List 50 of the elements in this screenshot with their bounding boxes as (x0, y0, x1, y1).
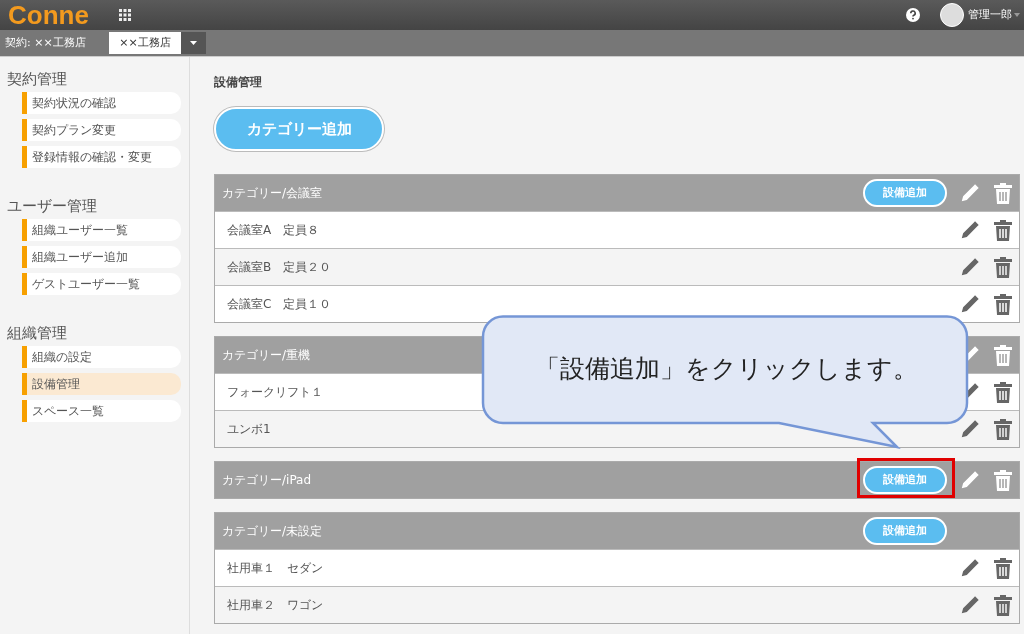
pencil-icon[interactable] (959, 293, 981, 315)
category-name: カテゴリー/iPad (222, 472, 312, 489)
sidebar-item[interactable]: 組織の設定 (22, 346, 181, 368)
equipment-name: ユンボ1 (227, 421, 271, 438)
sidebar-item[interactable]: 登録情報の確認・変更 (22, 146, 181, 168)
sidebar-item[interactable]: 組織ユーザー追加 (22, 246, 181, 268)
sidebar-heading: ユーザー管理 (7, 196, 98, 216)
trash-icon[interactable] (993, 594, 1013, 616)
sidebar-item[interactable]: ゲストユーザー一覧 (22, 273, 181, 295)
pencil-icon[interactable] (959, 182, 981, 204)
apps-grid-icon[interactable] (118, 9, 131, 21)
caret-icon[interactable] (1014, 13, 1020, 17)
contract-label: 契約: ××工務店 (5, 34, 87, 51)
sidebar-heading: 契約管理 (7, 69, 68, 89)
category-name: カテゴリー/重機 (222, 347, 311, 364)
sidebar-item[interactable]: 契約状況の確認 (22, 92, 181, 114)
trash-icon[interactable] (993, 418, 1013, 440)
trash-icon[interactable] (993, 469, 1013, 491)
category-name: カテゴリー/会議室 (222, 185, 323, 202)
sidebar-item[interactable]: スペース一覧 (22, 400, 181, 422)
caret-icon (190, 41, 197, 45)
page-title: 設備管理 (214, 74, 263, 91)
trash-icon[interactable] (993, 182, 1013, 204)
sidebar-item[interactable]: 契約プラン変更 (22, 119, 181, 141)
equipment-name: 社用車２ ワゴン (227, 597, 323, 614)
sidebar-heading: 組織管理 (7, 323, 68, 343)
sidebar-item[interactable]: 設備管理 (22, 373, 181, 395)
trash-icon[interactable] (993, 293, 1013, 315)
equipment-name: 会議室A 定員８ (227, 222, 320, 239)
trash-icon[interactable] (993, 381, 1013, 403)
trash-icon[interactable] (993, 256, 1013, 278)
category-name: カテゴリー/未設定 (222, 523, 323, 540)
trash-icon[interactable] (993, 219, 1013, 241)
pencil-icon[interactable] (959, 418, 981, 440)
equipment-name: フォークリフト１ (227, 384, 323, 401)
equipment-name: 会議室B 定員２０ (227, 259, 332, 276)
help-icon[interactable] (906, 8, 920, 22)
user-name[interactable]: 管理一郎 (968, 6, 1012, 24)
trash-icon[interactable] (993, 557, 1013, 579)
pencil-icon[interactable] (959, 256, 981, 278)
logo: Conne (8, 2, 89, 28)
equipment-name: 社用車１ セダン (227, 560, 323, 577)
pencil-icon[interactable] (959, 469, 981, 491)
sidebar-item[interactable]: 組織ユーザー一覧 (22, 219, 181, 241)
equipment-name: 会議室C 定員１０ (227, 296, 332, 313)
pencil-icon[interactable] (959, 219, 981, 241)
pencil-icon[interactable] (959, 594, 981, 616)
callout-text: 「設備追加」をクリックします。 (534, 353, 918, 386)
pencil-icon[interactable] (959, 557, 981, 579)
trash-icon[interactable] (993, 344, 1013, 366)
